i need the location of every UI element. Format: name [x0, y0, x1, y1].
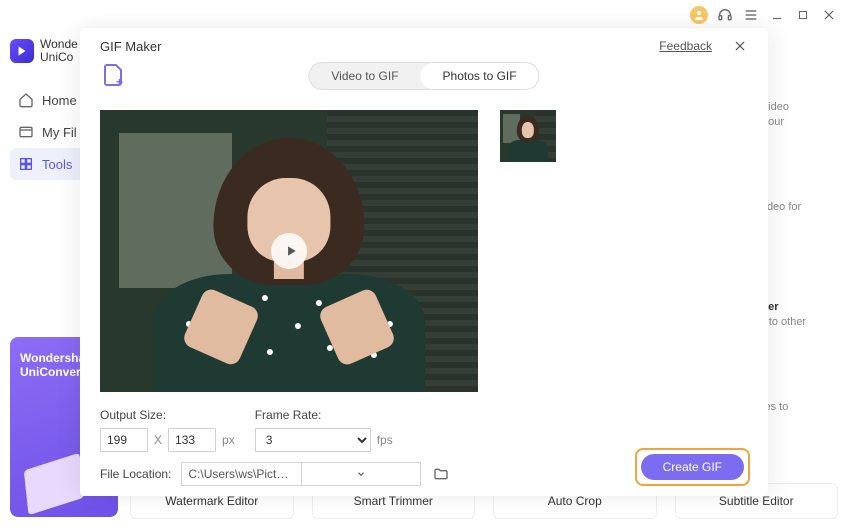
avatar-icon[interactable]	[690, 6, 708, 24]
file-location-path[interactable]: C:\Users\ws\Pictures\Wondershare UniConv…	[181, 462, 421, 486]
headset-icon[interactable]	[716, 6, 734, 24]
file-location-text: C:\Users\ws\Pictures\Wondershare UniConv…	[182, 467, 301, 481]
minimize-icon[interactable]	[768, 6, 786, 24]
px-label: px	[222, 433, 235, 447]
tab-photos-to-gif[interactable]: Photos to GIF	[421, 63, 539, 89]
open-folder-icon[interactable]	[431, 464, 451, 484]
output-size-label: Output Size:	[100, 408, 235, 422]
brand-line2: UniCo	[40, 51, 78, 64]
play-icon[interactable]	[271, 233, 307, 269]
add-file-icon[interactable]: +	[100, 62, 126, 88]
window-close-icon[interactable]	[820, 6, 838, 24]
mode-tabs: Video to GIF Photos to GIF	[308, 62, 539, 90]
floppy-icon	[24, 453, 85, 515]
create-gif-highlight: Create GIF	[635, 448, 750, 486]
thumbnail[interactable]	[500, 110, 556, 162]
menu-icon[interactable]	[742, 6, 760, 24]
logo-icon	[10, 39, 34, 63]
sidebar-item-label: My Fil	[42, 125, 77, 140]
sidebar-item-label: Tools	[42, 157, 72, 172]
modal-title: GIF Maker	[100, 39, 161, 54]
preview-area[interactable]	[100, 110, 478, 392]
output-height-input[interactable]	[168, 428, 216, 452]
file-location-label: File Location:	[100, 467, 171, 481]
output-width-input[interactable]	[100, 428, 148, 452]
titlebar	[0, 0, 850, 30]
size-x-label: X	[154, 433, 162, 447]
sidebar-item-label: Home	[42, 93, 77, 108]
close-icon[interactable]	[732, 38, 748, 54]
svg-text:+: +	[116, 75, 123, 87]
frame-rate-select[interactable]: 3	[255, 428, 371, 452]
feedback-link[interactable]: Feedback	[659, 39, 712, 53]
create-gif-button[interactable]: Create GIF	[641, 454, 744, 480]
chevron-down-icon[interactable]	[301, 463, 421, 485]
gif-maker-modal: GIF Maker Feedback + Video to GIF Photos…	[80, 28, 768, 496]
tab-video-to-gif[interactable]: Video to GIF	[309, 63, 420, 89]
maximize-icon[interactable]	[794, 6, 812, 24]
fps-label: fps	[377, 433, 393, 447]
frame-rate-label: Frame Rate:	[255, 408, 393, 422]
